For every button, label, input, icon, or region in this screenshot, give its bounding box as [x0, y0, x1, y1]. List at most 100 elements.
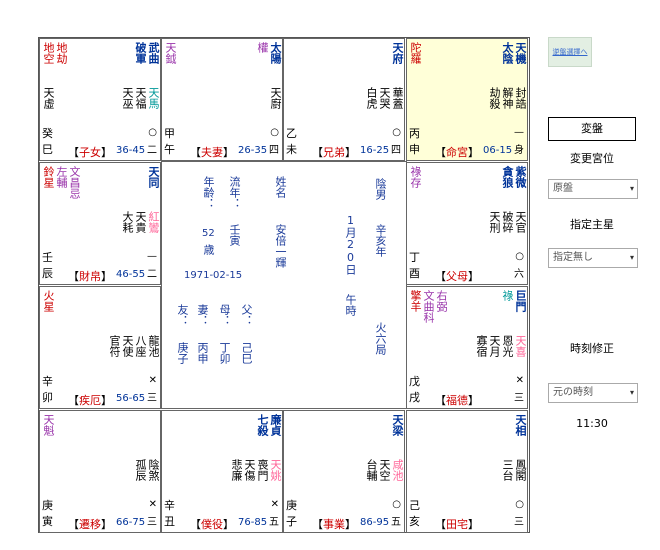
relative-role: 友：	[176, 304, 189, 326]
birth-date: 1971-02-15	[184, 270, 243, 281]
misc-star: 天虛	[42, 87, 55, 109]
chevron-down-icon: ▾	[629, 253, 634, 262]
time-select[interactable]: 元の時刻 ▾	[548, 383, 638, 403]
hour-label: 午時	[344, 294, 357, 316]
palace-age-range: 46-55	[116, 269, 146, 280]
relative-role: 妻：	[196, 304, 209, 326]
palace-cell-mao[interactable]: 火星 龍池 八座 天使 官符 ✕ 三 辛卯 【疾厄】 56-65	[39, 286, 161, 409]
palace-age-range: 16-25	[360, 145, 390, 156]
palace-index: 五	[391, 517, 401, 528]
earthly-branch: 戌	[409, 391, 420, 404]
bureau: 火六局	[374, 322, 387, 355]
minor-star: 左輔	[55, 166, 68, 188]
palace-cell-zi[interactable]: 天梁 咸池 天空 台輔 ○ 五 庚子 【事業】 86-95	[283, 410, 405, 533]
palace-index: 二	[147, 269, 157, 280]
minor-star: 陀羅	[409, 42, 422, 64]
small-star: 龍池	[147, 335, 160, 357]
heavenly-stem: 己	[409, 499, 420, 512]
heavenly-stem: 丙	[409, 127, 420, 140]
main-star: 破軍	[134, 42, 147, 64]
small-star: 天喜	[514, 335, 527, 357]
earthly-branch: 寅	[42, 515, 53, 528]
minor-star: 鈴星	[42, 166, 55, 188]
specify-star-select[interactable]: 指定無し ▾	[548, 248, 638, 268]
chevron-down-icon: ▾	[629, 388, 634, 397]
palace-mark: ○	[148, 127, 157, 138]
minor-star: 天魁	[42, 414, 55, 436]
minor-star: 文曲科	[422, 290, 435, 323]
palace-name: 【僕役】	[190, 518, 234, 531]
small-star: 天空	[378, 459, 391, 481]
palace-index: 四	[391, 145, 401, 156]
palace-mark: ✕	[148, 499, 157, 510]
time-select-value: 元の時刻	[553, 387, 593, 398]
name-value: 安倍一輝	[274, 224, 287, 268]
minor-star: 地空	[42, 42, 55, 64]
palace-mark: ✕	[515, 375, 524, 386]
palace-name: 【父母】	[435, 270, 479, 283]
palace-age-range: 66-75	[116, 517, 146, 528]
palace-cell-wei[interactable]: 天府 華蓋 天哭 白虎 ○ 四 乙未 【兄弟】 16-25	[283, 38, 405, 161]
change-palace-select[interactable]: 原盤 ▾	[548, 179, 638, 199]
year-stem: 辛亥年	[374, 224, 387, 257]
palace-mark: ○	[392, 127, 401, 138]
relative-role: 父：	[240, 304, 253, 326]
palace-age-range: 36-45	[116, 145, 146, 156]
small-star: 解神	[501, 87, 514, 109]
small-star: 劫殺	[488, 87, 501, 109]
palace-cell-shen[interactable]: 天機 太陰 陀羅 封誥 解神 劫殺 — 身 丙申 【命宮】 06-15	[406, 38, 528, 161]
relative-ganzhi: 己巳	[240, 342, 253, 364]
palace-age-range: 56-65	[116, 393, 146, 404]
small-star: 咸池	[391, 459, 404, 481]
small-star: 天馬	[147, 87, 160, 109]
palace-cell-chou[interactable]: 廉貞 七殺 天姚 喪門 天傷 悲廉 ✕ 五 辛丑 【僕役】 76-85	[161, 410, 283, 533]
reverse-chart-link[interactable]: 逆盤選擇へ	[548, 37, 592, 67]
palace-index: 五	[269, 517, 279, 528]
main-star: 天機	[514, 42, 527, 64]
small-star: 悲廉	[230, 459, 243, 481]
liunian-label: 流年：	[228, 176, 241, 209]
earthly-branch: 亥	[409, 515, 420, 528]
minor-star: 天鉞	[164, 42, 177, 64]
earthly-branch: 卯	[42, 391, 53, 404]
palace-cell-wu[interactable]: 太陽權 天鉞 天廚 ○ 四 甲午 【夫妻】 26-35	[161, 38, 283, 161]
palace-index: 六	[514, 269, 524, 280]
heavenly-stem: 丁	[409, 251, 420, 264]
earthly-branch: 丑	[164, 515, 175, 528]
small-star: 大耗	[121, 211, 134, 233]
main-star: 祿	[501, 290, 514, 301]
palace-name: 【疾厄】	[68, 394, 112, 407]
palace-age-range: 26-35	[238, 145, 268, 156]
main-star: 貪狼	[501, 166, 514, 188]
small-star: 天官	[514, 211, 527, 233]
palace-cell-si[interactable]: 武曲 破軍 地空 地劫 天馬 天福 天巫 天虛 ○ 二 癸巳 【子女】 36-45	[39, 38, 161, 161]
small-star: 恩光	[501, 335, 514, 357]
heavenly-stem: 辛	[164, 499, 175, 512]
heavenly-stem: 庚	[286, 499, 297, 512]
chevron-down-icon: ▾	[629, 184, 634, 193]
palace-cell-you[interactable]: 紫微 貪狼 祿存 天官 破碎 天刑 ○ 六 丁酉 【父母】	[406, 162, 528, 285]
heavenly-stem: 乙	[286, 127, 297, 140]
palace-index: 四	[269, 145, 279, 156]
small-star: 天巫	[121, 87, 134, 109]
change-chart-button[interactable]: 変盤	[548, 117, 636, 141]
small-star: 寡宿	[475, 335, 488, 357]
liunian-value: 壬寅	[228, 224, 241, 246]
lunar-date: 1月20日	[344, 214, 357, 275]
heavenly-stem: 甲	[164, 127, 175, 140]
palace-index: 三	[514, 393, 524, 404]
palace-name: 【命宮】	[435, 146, 479, 159]
earthly-branch: 申	[409, 143, 420, 156]
small-star: 天姚	[269, 459, 282, 481]
palace-cell-yin[interactable]: 天魁 陰煞 孤辰 ✕ 三 庚寅 【遷移】 66-75	[39, 410, 161, 533]
earthly-branch: 辰	[42, 267, 53, 280]
main-star: 太陽	[269, 42, 282, 64]
palace-name: 【田宅】	[435, 518, 479, 531]
palace-cell-hai[interactable]: 天相 鳳閣 三台 ○ 三 己亥 【田宅】	[406, 410, 528, 533]
palace-mark: ○	[270, 127, 279, 138]
main-star: 七殺	[256, 414, 269, 436]
palace-cell-chen[interactable]: 天同 鈴星 左輔 文昌忌 紅鸞 天貴 大耗 — 二 壬辰 【財帛】 46-55	[39, 162, 161, 285]
main-star: 紫微	[514, 166, 527, 188]
palace-cell-xu[interactable]: 巨門祿 擎羊 文曲科 右弼 天喜 恩光 天月 寡宿 ✕ 三 戊戌 【福德】	[406, 286, 528, 409]
relative-role: 母：	[218, 304, 231, 326]
